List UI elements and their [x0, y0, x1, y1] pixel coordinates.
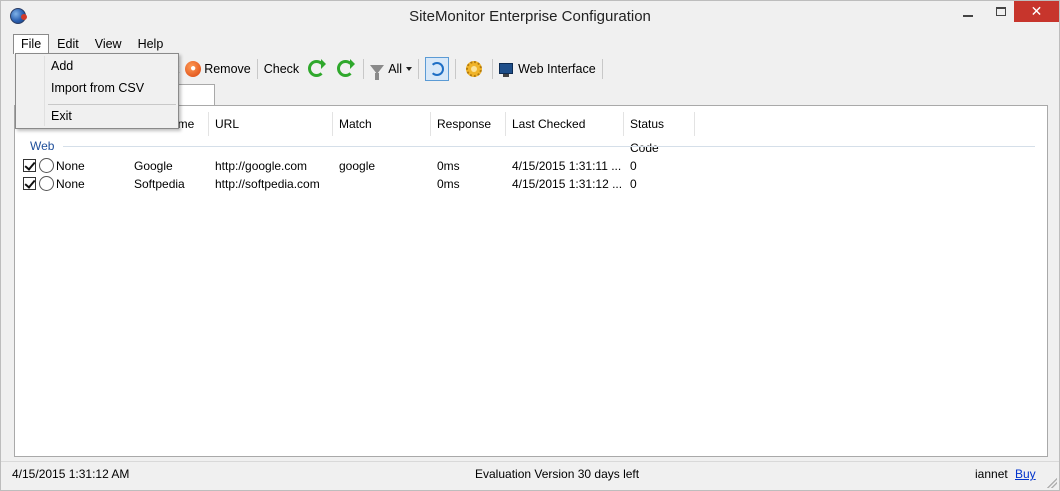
cell-status-code: 0 [630, 159, 637, 173]
window-title: SiteMonitor Enterprise Configuration [409, 8, 651, 25]
maximize-button[interactable] [988, 1, 1014, 22]
menu-item-add[interactable]: Add [51, 59, 73, 73]
remove-icon: ● [185, 60, 202, 77]
filter-icon [370, 65, 385, 80]
check-button[interactable]: Check [261, 58, 302, 80]
toolbar-separator [256, 58, 258, 79]
row-checkbox[interactable] [23, 177, 36, 190]
close-button[interactable]: ✕ [1014, 1, 1059, 22]
site-list[interactable]: ame URL Match Response Last Checked Stat… [14, 105, 1048, 457]
maximize-icon [996, 7, 1006, 16]
menu-edit[interactable]: Edit [49, 34, 87, 54]
toolbar-separator [601, 58, 603, 79]
menu-file[interactable]: File [13, 34, 50, 54]
check-all-button[interactable] [331, 58, 360, 80]
column-last-checked[interactable]: Last Checked [506, 112, 624, 136]
row-checkbox[interactable] [23, 159, 36, 172]
filter-label: All [388, 61, 403, 76]
auto-refresh-toggle[interactable] [422, 56, 452, 81]
filter-dropdown[interactable]: All [367, 58, 415, 80]
buy-link[interactable]: Buy [1015, 467, 1036, 481]
column-url[interactable]: URL [209, 112, 333, 136]
column-response[interactable]: Response [431, 112, 506, 136]
minimize-button[interactable] [948, 1, 988, 22]
cell-url: http://google.com [215, 159, 308, 173]
menu-item-import-csv[interactable]: Import from CSV [51, 81, 144, 95]
cell-url: http://softpedia.com [215, 177, 320, 191]
check-selected-button[interactable] [302, 58, 331, 80]
menu-separator [48, 104, 176, 105]
cell-match: google [339, 159, 376, 173]
menu-item-exit[interactable]: Exit [51, 109, 72, 123]
column-match[interactable]: Match [333, 112, 431, 136]
cell-status: None [56, 177, 85, 191]
chevron-down-icon [406, 66, 413, 71]
menu-bar: File Edit View Help [13, 34, 171, 54]
close-icon: ✕ [1030, 3, 1043, 19]
refresh-all-icon [337, 59, 356, 77]
check-label: Check [263, 61, 300, 76]
cell-last-checked: 4/15/2015 1:31:11 ... [512, 159, 622, 173]
menu-view[interactable]: View [87, 34, 130, 54]
refresh-icon [308, 59, 327, 77]
file-menu-dropdown: Add Import from CSV Exit [15, 53, 179, 129]
group-header: Web [30, 139, 55, 153]
table-row[interactable]: None Softpedia http://softpedia.com 0ms … [15, 175, 1047, 193]
toolbar-separator [455, 58, 457, 79]
cell-response: 0ms [437, 177, 460, 191]
resize-grip[interactable] [1047, 478, 1057, 488]
minimize-icon [963, 14, 973, 17]
web-interface-button[interactable]: Web Interface [496, 58, 599, 80]
user-name: iannet [975, 467, 1008, 481]
toolbar-separator [418, 58, 420, 79]
cell-last-checked: 4/15/2015 1:31:12 ... [512, 177, 623, 191]
monitor-icon [499, 63, 514, 77]
column-status-code[interactable]: Status Code [624, 112, 695, 155]
evaluation-notice: Evaluation Version 30 days left [475, 467, 640, 481]
settings-button[interactable] [459, 58, 489, 80]
tab-partial[interactable] [175, 84, 215, 105]
table-row[interactable]: None Google http://google.com google 0ms… [15, 157, 1047, 175]
group-divider [63, 146, 1035, 147]
sync-icon [430, 61, 445, 76]
status-bar: 4/15/2015 1:31:12 AM Evaluation Version … [1, 461, 1059, 490]
title-bar: SiteMonitor Enterprise Configuration ✕ [1, 1, 1059, 33]
status-circle-icon [39, 158, 54, 173]
auto-refresh-box [425, 56, 450, 81]
status-timestamp: 4/15/2015 1:31:12 AM [12, 467, 130, 481]
status-circle-icon [39, 176, 54, 191]
web-interface-label: Web Interface [518, 61, 596, 76]
menu-help[interactable]: Help [130, 34, 172, 54]
cell-status: None [56, 159, 85, 173]
toolbar-separator [363, 58, 365, 79]
cell-name: Google [134, 159, 173, 173]
cell-response: 0ms [437, 159, 460, 173]
main-window: SiteMonitor Enterprise Configuration ✕ F… [0, 0, 1060, 491]
cell-status-code: 0 [630, 177, 637, 191]
toolbar-separator [492, 58, 494, 79]
remove-label: Remove [204, 61, 251, 76]
cell-name: Softpedia [134, 177, 185, 191]
gear-icon [466, 60, 483, 77]
remove-button[interactable]: ● Remove [182, 58, 254, 80]
menu-gutter [44, 56, 45, 126]
